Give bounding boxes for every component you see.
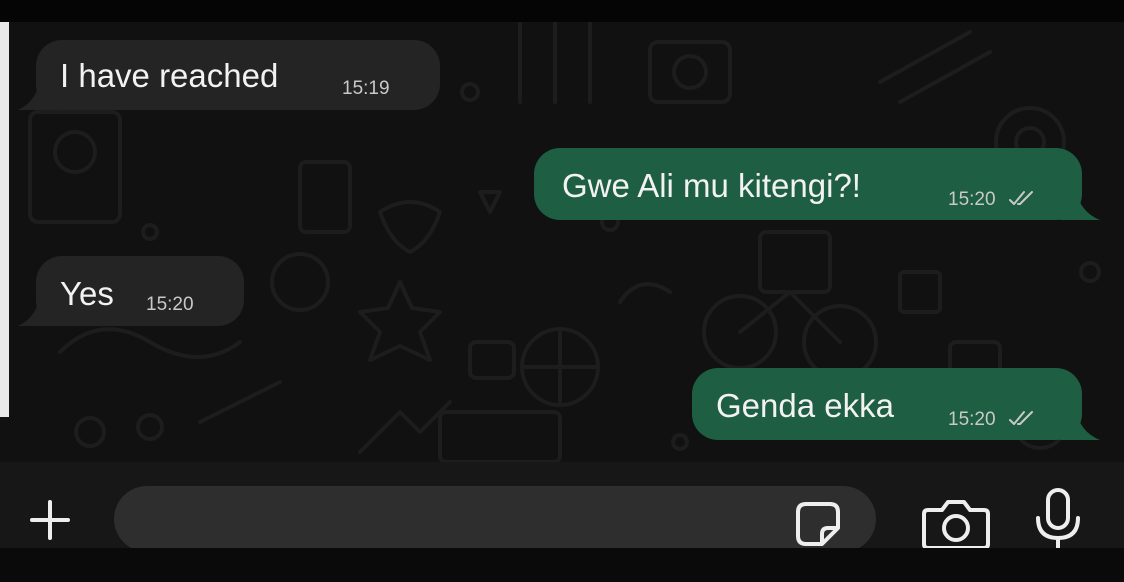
bubble-tail-incoming bbox=[18, 80, 58, 110]
bubble-tail-outgoing bbox=[1060, 410, 1100, 440]
message-input[interactable] bbox=[114, 486, 876, 552]
message-text: Genda ekka bbox=[716, 387, 894, 424]
sticker-button[interactable] bbox=[792, 498, 844, 550]
message-timestamp: 15:20 bbox=[948, 189, 996, 210]
message-timestamp: 15:20 bbox=[948, 409, 996, 430]
message-bubble-incoming[interactable]: Yes 15:20 bbox=[36, 256, 244, 326]
camera-icon bbox=[922, 500, 990, 550]
message-bubble-incoming[interactable]: I have reached 15:19 bbox=[36, 40, 440, 110]
microphone-icon bbox=[1036, 488, 1080, 554]
attach-button[interactable] bbox=[20, 490, 80, 550]
message-bubble-outgoing[interactable]: Gwe Ali mu kitengi?! 15:20 bbox=[534, 148, 1082, 220]
message-timestamp: 15:19 bbox=[342, 78, 390, 99]
double-check-icon bbox=[1009, 411, 1033, 425]
message-text: Gwe Ali mu kitengi?! bbox=[562, 167, 861, 204]
message-timestamp: 15:20 bbox=[146, 294, 194, 315]
voice-message-button[interactable] bbox=[1030, 484, 1086, 558]
message-text: Yes bbox=[60, 275, 114, 312]
message-text: I have reached bbox=[60, 57, 279, 94]
message-input-bar bbox=[0, 462, 1124, 554]
message-bubble-outgoing[interactable]: Genda ekka 15:20 bbox=[692, 368, 1082, 440]
chat-screen: I have reached 15:19 Gwe Ali mu kitengi?… bbox=[0, 0, 1124, 582]
bottom-strip bbox=[0, 548, 1124, 582]
camera-button[interactable] bbox=[920, 494, 992, 554]
bubble-tail-incoming bbox=[18, 296, 58, 326]
left-edge-strip bbox=[0, 22, 9, 417]
status-bar-strip bbox=[0, 0, 1124, 22]
bubble-tail-outgoing bbox=[1060, 190, 1100, 220]
chat-message-area[interactable]: I have reached 15:19 Gwe Ali mu kitengi?… bbox=[0, 22, 1124, 462]
sticker-icon bbox=[796, 502, 840, 546]
double-check-icon bbox=[1009, 191, 1033, 205]
plus-icon bbox=[30, 500, 70, 540]
